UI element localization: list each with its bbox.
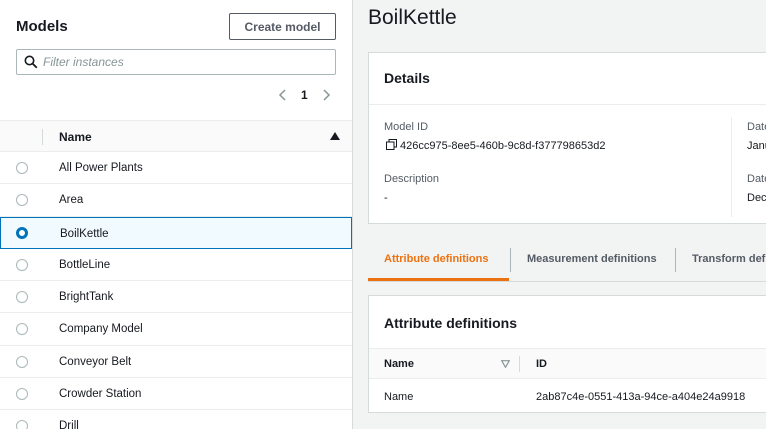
models-panel: Models Create model 1 Name All Power Pla… bbox=[0, 0, 353, 429]
tab-divider bbox=[510, 248, 511, 272]
radio-button[interactable] bbox=[16, 258, 28, 271]
filter-box bbox=[16, 49, 336, 75]
model-detail-panel: BoilKettle Details Model ID 426cc975-8ee… bbox=[353, 0, 766, 429]
models-list: All Power Plants Area BoilKettle BottleL… bbox=[0, 152, 352, 429]
list-item[interactable]: Drill bbox=[0, 410, 352, 429]
radio-button[interactable] bbox=[16, 355, 28, 368]
list-item[interactable]: Conveyor Belt bbox=[0, 346, 352, 379]
tab-label: Transform defi bbox=[692, 253, 766, 265]
list-item[interactable]: BrightTank bbox=[0, 281, 352, 314]
list-item-label: Drill bbox=[59, 420, 79, 429]
date-created-value: Janu bbox=[747, 140, 766, 152]
list-item[interactable]: BottleLine bbox=[0, 249, 352, 282]
copy-icon[interactable] bbox=[386, 139, 397, 150]
list-item[interactable]: Company Model bbox=[0, 313, 352, 346]
panel-title: Models bbox=[16, 18, 68, 35]
description-label: Description bbox=[384, 173, 440, 185]
page-number[interactable]: 1 bbox=[301, 88, 308, 102]
attribute-definitions-card: Attribute definitions Name ID Name 2ab87… bbox=[368, 295, 766, 413]
column-divider bbox=[731, 117, 732, 217]
column-header-id[interactable]: ID bbox=[536, 358, 547, 370]
tab-bar: Attribute definitions Measurement defini… bbox=[368, 240, 766, 282]
list-item[interactable]: Area bbox=[0, 184, 352, 217]
list-item[interactable]: All Power Plants bbox=[0, 152, 352, 185]
list-item-label: Area bbox=[59, 194, 84, 207]
tab-label: Measurement definitions bbox=[527, 253, 657, 265]
list-item-label: All Power Plants bbox=[59, 162, 143, 174]
attribute-definitions-heading: Attribute definitions bbox=[384, 315, 517, 331]
list-item-label: BrightTank bbox=[59, 291, 114, 304]
description-value: - bbox=[384, 192, 388, 204]
tab-bar-border bbox=[368, 281, 766, 282]
chevron-right-icon[interactable] bbox=[318, 87, 334, 103]
list-item-label: BoilKettle bbox=[60, 227, 109, 240]
sort-ascending-icon[interactable] bbox=[330, 132, 340, 140]
attribute-id-cell: 2ab87c4e-0551-413a-94ce-a404e24a9918 bbox=[536, 391, 746, 403]
page-title: BoilKettle bbox=[368, 6, 457, 29]
tab-divider bbox=[675, 248, 676, 272]
search-icon bbox=[24, 55, 38, 69]
details-card: Details Model ID 426cc975-8ee5-460b-9c8d… bbox=[368, 52, 766, 224]
list-item-label: BottleLine bbox=[59, 258, 111, 271]
details-heading: Details bbox=[384, 70, 430, 86]
tab-label: Attribute definitions bbox=[384, 253, 489, 265]
model-id-label: Model ID bbox=[384, 121, 429, 133]
chevron-left-icon[interactable] bbox=[275, 87, 291, 103]
model-id-value: 426cc975-8ee5-460b-9c8d-f377798653d2 bbox=[400, 140, 606, 152]
column-header-name[interactable]: Name bbox=[384, 358, 414, 370]
radio-button[interactable] bbox=[16, 388, 28, 401]
radio-button[interactable] bbox=[16, 420, 28, 429]
sort-descending-icon[interactable] bbox=[501, 360, 510, 368]
column-divider bbox=[42, 129, 43, 145]
radio-button[interactable] bbox=[16, 323, 28, 336]
radio-button[interactable] bbox=[16, 162, 28, 174]
create-model-button[interactable]: Create model bbox=[229, 13, 336, 40]
attribute-name-cell: Name bbox=[384, 391, 414, 403]
list-item-selected[interactable]: BoilKettle bbox=[0, 216, 352, 249]
card-header: Details bbox=[369, 53, 766, 105]
filter-input[interactable] bbox=[43, 53, 328, 71]
radio-button[interactable] bbox=[16, 291, 28, 304]
list-item-label: Crowder Station bbox=[59, 388, 142, 401]
date-created-label: Date bbox=[747, 121, 766, 133]
radio-button-checked[interactable] bbox=[16, 226, 28, 239]
date-updated-label: Date bbox=[747, 173, 766, 185]
list-item-label: Conveyor Belt bbox=[59, 355, 132, 368]
list-item[interactable]: Crowder Station bbox=[0, 378, 352, 411]
radio-button[interactable] bbox=[16, 194, 28, 207]
table-header: Name bbox=[0, 120, 352, 152]
column-divider bbox=[519, 356, 520, 372]
table-header: Name ID bbox=[369, 348, 766, 379]
pagination: 1 bbox=[275, 86, 334, 104]
column-header-name[interactable]: Name bbox=[59, 130, 92, 144]
date-updated-value: Dec bbox=[747, 192, 766, 204]
list-item-label: Company Model bbox=[59, 323, 143, 336]
